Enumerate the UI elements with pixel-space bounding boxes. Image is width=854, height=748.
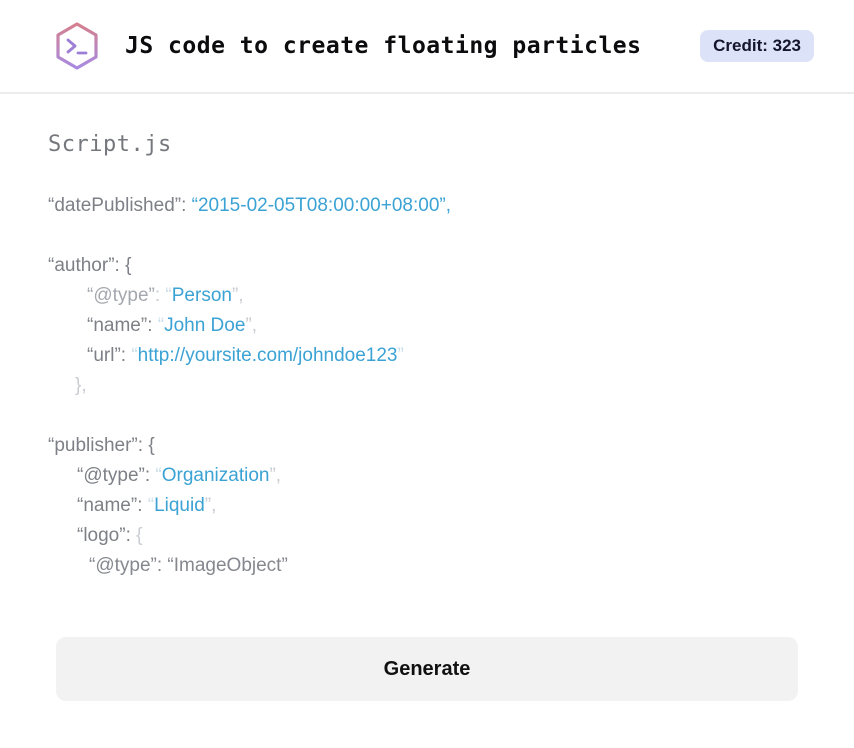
code-segment: ” [397, 345, 404, 366]
code-segment: “url” [87, 345, 121, 366]
code-segment: “publisher” [48, 435, 138, 456]
code-segment: : { [137, 435, 155, 456]
code-segment: : [147, 315, 158, 336]
code-segment: ”, [269, 465, 282, 486]
file-name: Script.js [48, 132, 172, 157]
code-segment: John Doe [164, 315, 246, 336]
code-segment: : { [114, 255, 132, 276]
code-segment: : [154, 285, 166, 306]
code-line: “url”: “http://yoursite.com/johndoe123” [48, 341, 806, 371]
header: JS code to create floating particles Cre… [0, 0, 854, 94]
hexagon-outline [56, 22, 98, 70]
code-segment: Person [171, 285, 232, 306]
app-window: JS code to create floating particles Cre… [0, 0, 854, 748]
code-segment: : [120, 345, 132, 366]
code-block: “datePublished”: “2015-02-05T08:00:00+08… [48, 191, 806, 581]
code-segment: “2015-02-05T08:00:00+08:00”, [191, 195, 451, 216]
page-title: JS code to create floating particles [125, 33, 642, 59]
header-left: JS code to create floating particles [55, 21, 642, 71]
code-segment: : [144, 465, 156, 486]
code-segment: : [125, 525, 137, 546]
code-line: “author”: { [48, 251, 806, 281]
code-line: “datePublished”: “2015-02-05T08:00:00+08… [48, 191, 806, 221]
code-line: “name”: “John Doe”, [48, 311, 806, 341]
generate-button[interactable]: Generate [56, 637, 798, 701]
code-segment: “name” [87, 315, 148, 336]
code-panel: Script.js “datePublished”: “2015-02-05T0… [0, 132, 854, 701]
code-line: “logo”: { [48, 521, 806, 551]
code-segment: http://yoursite.com/johndoe123 [137, 345, 398, 366]
code-segment: : [181, 195, 192, 216]
terminal-prompt-hexagon-icon [56, 22, 98, 70]
code-segment: “logo” [77, 525, 126, 546]
code-segment: ”, [204, 495, 217, 516]
code-segment: “datePublished” [48, 195, 182, 216]
code-segment: }, [75, 375, 87, 396]
code-segment: Organization [161, 465, 270, 486]
code-line: }, [48, 371, 806, 401]
code-segment: { [136, 525, 143, 546]
credit-badge: Credit: 323 [700, 30, 814, 62]
code-line: “@type”: “Organization”, [48, 461, 806, 491]
code-segment: : [137, 495, 148, 516]
code-segment: “name” [77, 495, 138, 516]
code-segment: “author” [48, 255, 115, 276]
code-segment: Liquid [154, 495, 205, 516]
code-line: “@type”: “ImageObject” [48, 551, 806, 581]
code-segment: “@type” [77, 465, 145, 486]
code-segment: “@type” [87, 285, 155, 306]
code-line: “@type”: “Person”, [48, 281, 806, 311]
code-segment: ”, [245, 315, 258, 336]
code-line: “name”: “Liquid”, [48, 491, 806, 521]
code-line: “publisher”: { [48, 431, 806, 461]
prompt-chevron [66, 38, 77, 54]
code-segment: ”, [231, 285, 244, 306]
code-segment: “@type”: “ImageObject” [89, 555, 288, 576]
